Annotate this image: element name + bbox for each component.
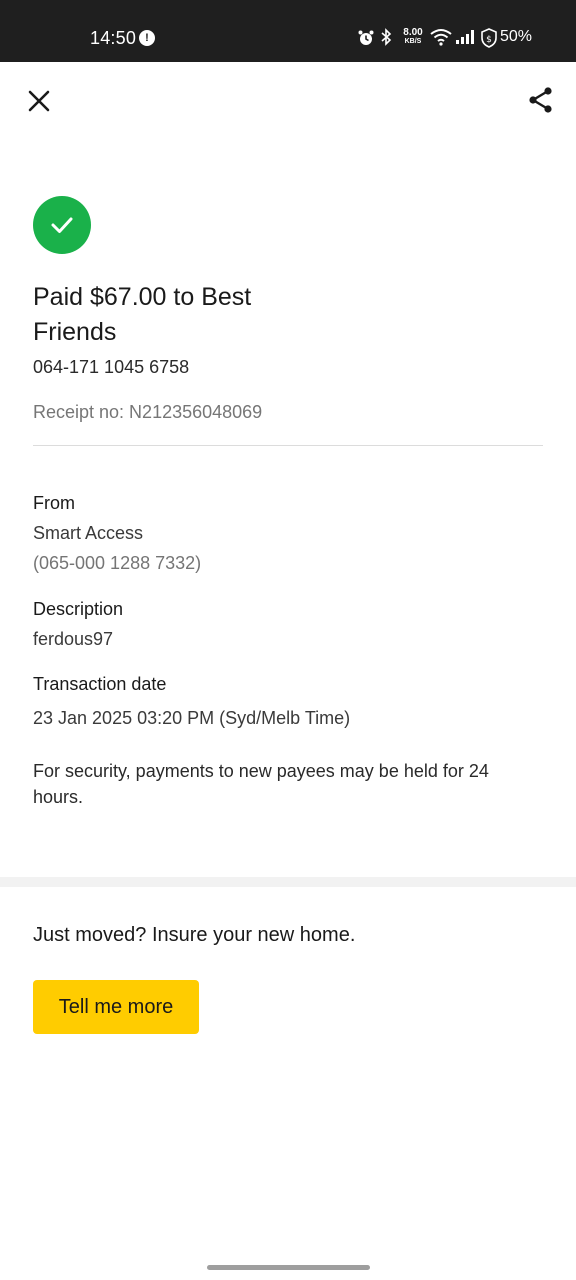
description-value: ferdous97 [33, 629, 114, 649]
payment-receipt: Paid $67.00 to Best Friends 064-171 1045… [33, 196, 543, 810]
description-label: Description [33, 599, 124, 619]
section-separator [0, 877, 576, 887]
battery-shield-icon: $ [481, 28, 497, 48]
share-button[interactable] [526, 85, 556, 115]
tell-me-more-button[interactable]: Tell me more [33, 980, 199, 1034]
alarm-icon [358, 30, 374, 45]
transaction-date-section: Transaction date 23 Jan 2025 03:20 PM (S… [33, 671, 543, 731]
payee-account-number: 064-171 1045 6758 [33, 357, 190, 377]
from-label: From [33, 493, 75, 513]
promo-text: Just moved? Insure your new home. [33, 924, 356, 946]
bluetooth-icon [381, 28, 392, 46]
home-indicator[interactable] [207, 1265, 370, 1270]
description-section: Description ferdous97 [33, 596, 543, 652]
transaction-date-label: Transaction date [33, 674, 167, 694]
payment-title: Paid $67.00 to Best Friends [33, 283, 252, 346]
from-account-number: (065-000 1288 7332) [33, 553, 202, 573]
security-note: For security, payments to new payees may… [33, 761, 489, 807]
signal-icon [456, 30, 474, 44]
transaction-date-value: 23 Jan 2025 03:20 PM (Syd/Melb Time) [33, 708, 351, 728]
status-icons: 8.00 KB/S $ 50% [356, 22, 576, 52]
from-account-name: Smart Access [33, 523, 144, 543]
check-icon [51, 217, 73, 233]
receipt-number: Receipt no: N212356048069 [33, 402, 263, 422]
share-icon [529, 87, 552, 113]
status-time: 14:50 [90, 28, 137, 48]
close-icon [28, 90, 50, 112]
battery-level: 50% [500, 28, 533, 45]
net-speed: 8.00 KB/S [400, 28, 426, 46]
svg-text:$: $ [486, 35, 492, 45]
success-badge [33, 196, 91, 254]
promo-section: Just moved? Insure your new home. Tell m… [33, 921, 553, 1034]
wifi-icon [430, 29, 452, 46]
from-section: From Smart Access (065-000 1288 7332) [33, 490, 543, 576]
net-speed-unit: KB/S [404, 38, 422, 45]
notification-icon: ! [139, 30, 155, 46]
status-bar: 14:50 ! 8.00 KB/S $ 50% [0, 0, 576, 62]
divider [33, 445, 543, 446]
app-bar [0, 62, 576, 142]
close-button[interactable] [24, 86, 54, 116]
